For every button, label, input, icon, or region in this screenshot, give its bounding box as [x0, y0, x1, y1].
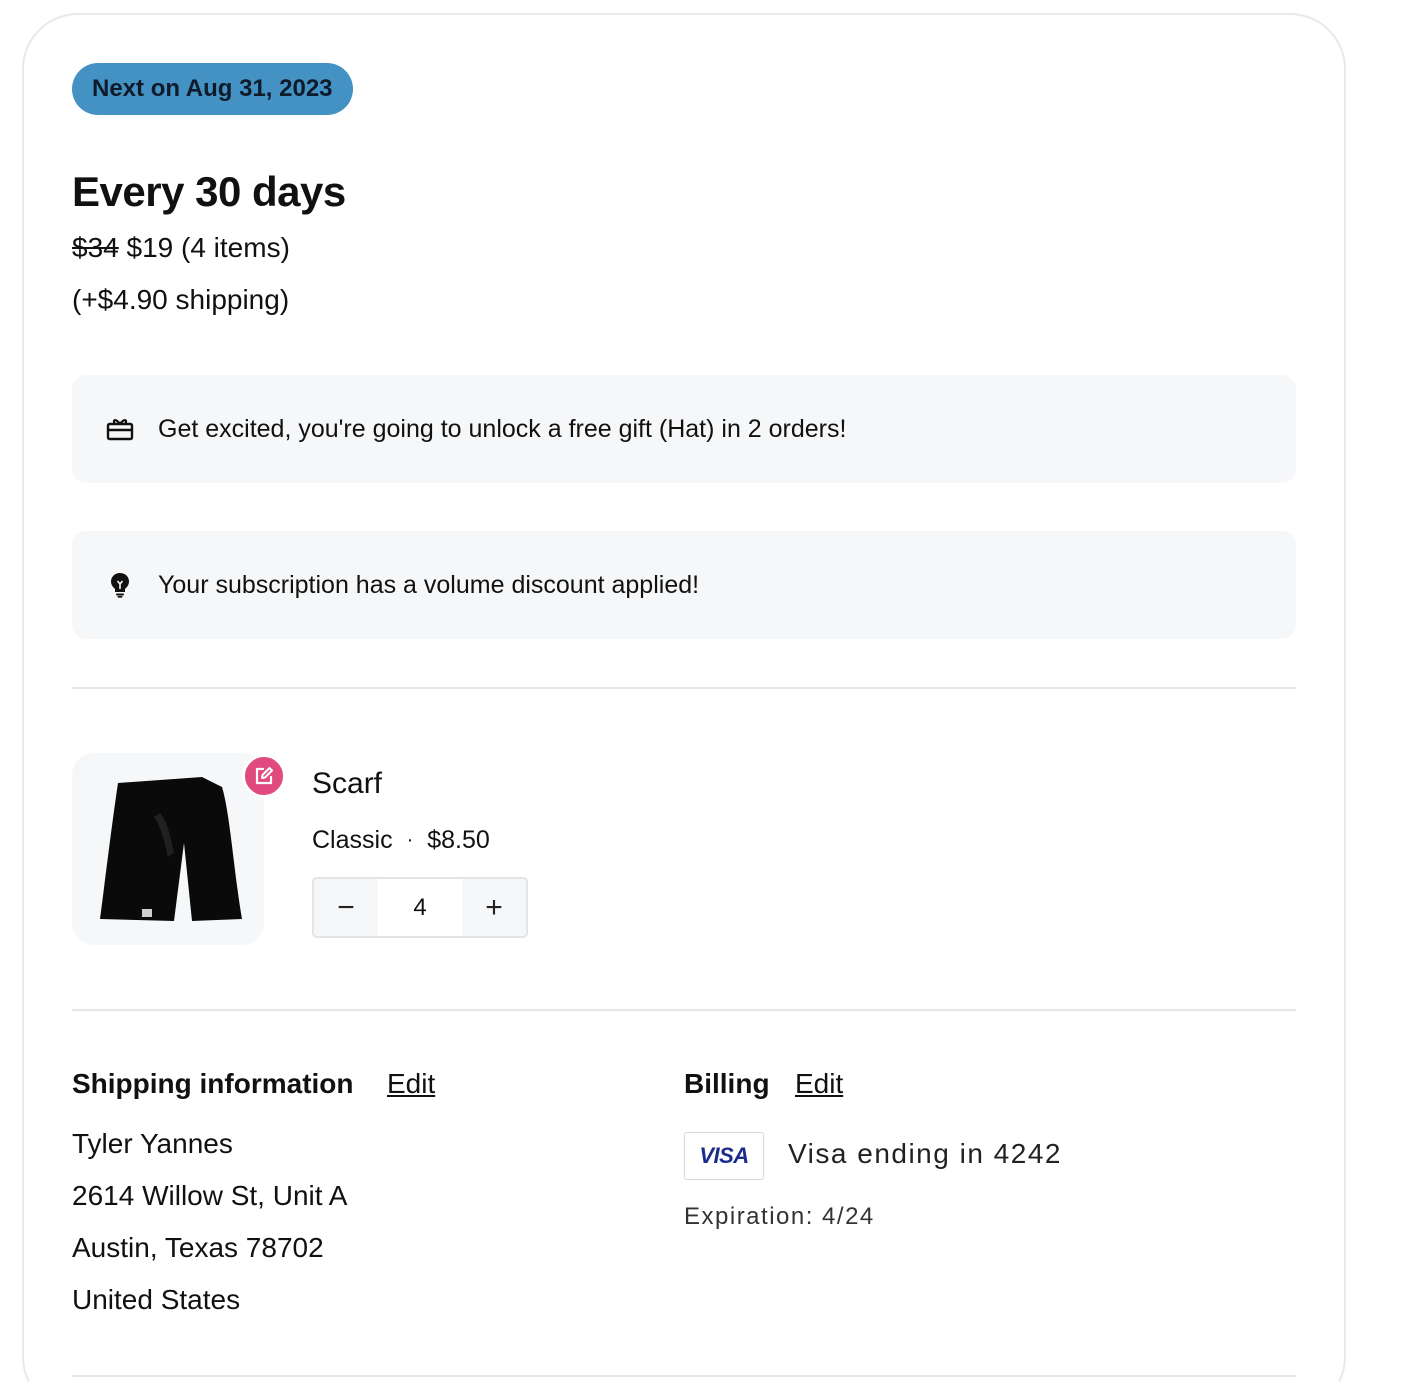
- edit-product-button[interactable]: [242, 754, 286, 798]
- section-divider: [72, 687, 1296, 689]
- card-brand: VISA: [699, 1143, 749, 1168]
- gift-progress-banner: Get excited, you're going to unlock a fr…: [72, 375, 1296, 483]
- shipping-edit-link[interactable]: Edit: [387, 1068, 435, 1100]
- increase-quantity-button[interactable]: +: [462, 879, 526, 936]
- discount-banner-text: Your subscription has a volume discount …: [158, 570, 700, 599]
- product-variant: Classic: [312, 826, 393, 854]
- shipping-title: Shipping information: [72, 1068, 354, 1099]
- decrease-quantity-button[interactable]: −: [314, 879, 378, 936]
- card-description: Visa ending in 4242: [788, 1138, 1062, 1169]
- shipping-name: Tyler Yannes: [72, 1128, 233, 1159]
- section-divider: [72, 1375, 1296, 1377]
- price-summary: $34 $19 (4 items): [72, 232, 290, 264]
- gift-card-icon: [105, 414, 135, 444]
- shipping-city: Austin, Texas 78702: [72, 1232, 324, 1263]
- billing-edit-link[interactable]: Edit: [795, 1068, 843, 1100]
- original-price: $34: [72, 232, 119, 263]
- product-meta: Classic · $8.50: [312, 826, 490, 855]
- visa-card-icon: VISA: [684, 1132, 764, 1180]
- section-divider: [72, 1009, 1296, 1011]
- product-thumbnail[interactable]: [72, 753, 264, 945]
- card-expiration: Expiration: 4/24: [684, 1203, 875, 1230]
- scarf-image: [100, 777, 242, 921]
- discounted-price: $19 (4 items): [126, 232, 290, 263]
- next-order-badge: Next on Aug 31, 2023: [72, 63, 353, 115]
- quantity-value[interactable]: 4: [378, 879, 462, 936]
- shipping-cost: (+$4.90 shipping): [72, 284, 290, 315]
- shipping-country: United States: [72, 1284, 241, 1315]
- lightbulb-icon: [105, 570, 135, 600]
- shipping-street: 2614 Willow St, Unit A: [72, 1180, 348, 1211]
- edit-icon: [255, 767, 273, 785]
- discount-banner: Your subscription has a volume discount …: [72, 531, 1296, 639]
- gift-banner-text: Get excited, you're going to unlock a fr…: [158, 414, 847, 443]
- product-name: Scarf: [312, 767, 383, 800]
- product-price: $8.50: [427, 826, 490, 854]
- frequency-heading: Every 30 days: [72, 168, 346, 215]
- quantity-stepper: − 4 +: [312, 877, 528, 938]
- billing-title: Billing: [684, 1068, 770, 1099]
- meta-separator: ·: [406, 829, 414, 851]
